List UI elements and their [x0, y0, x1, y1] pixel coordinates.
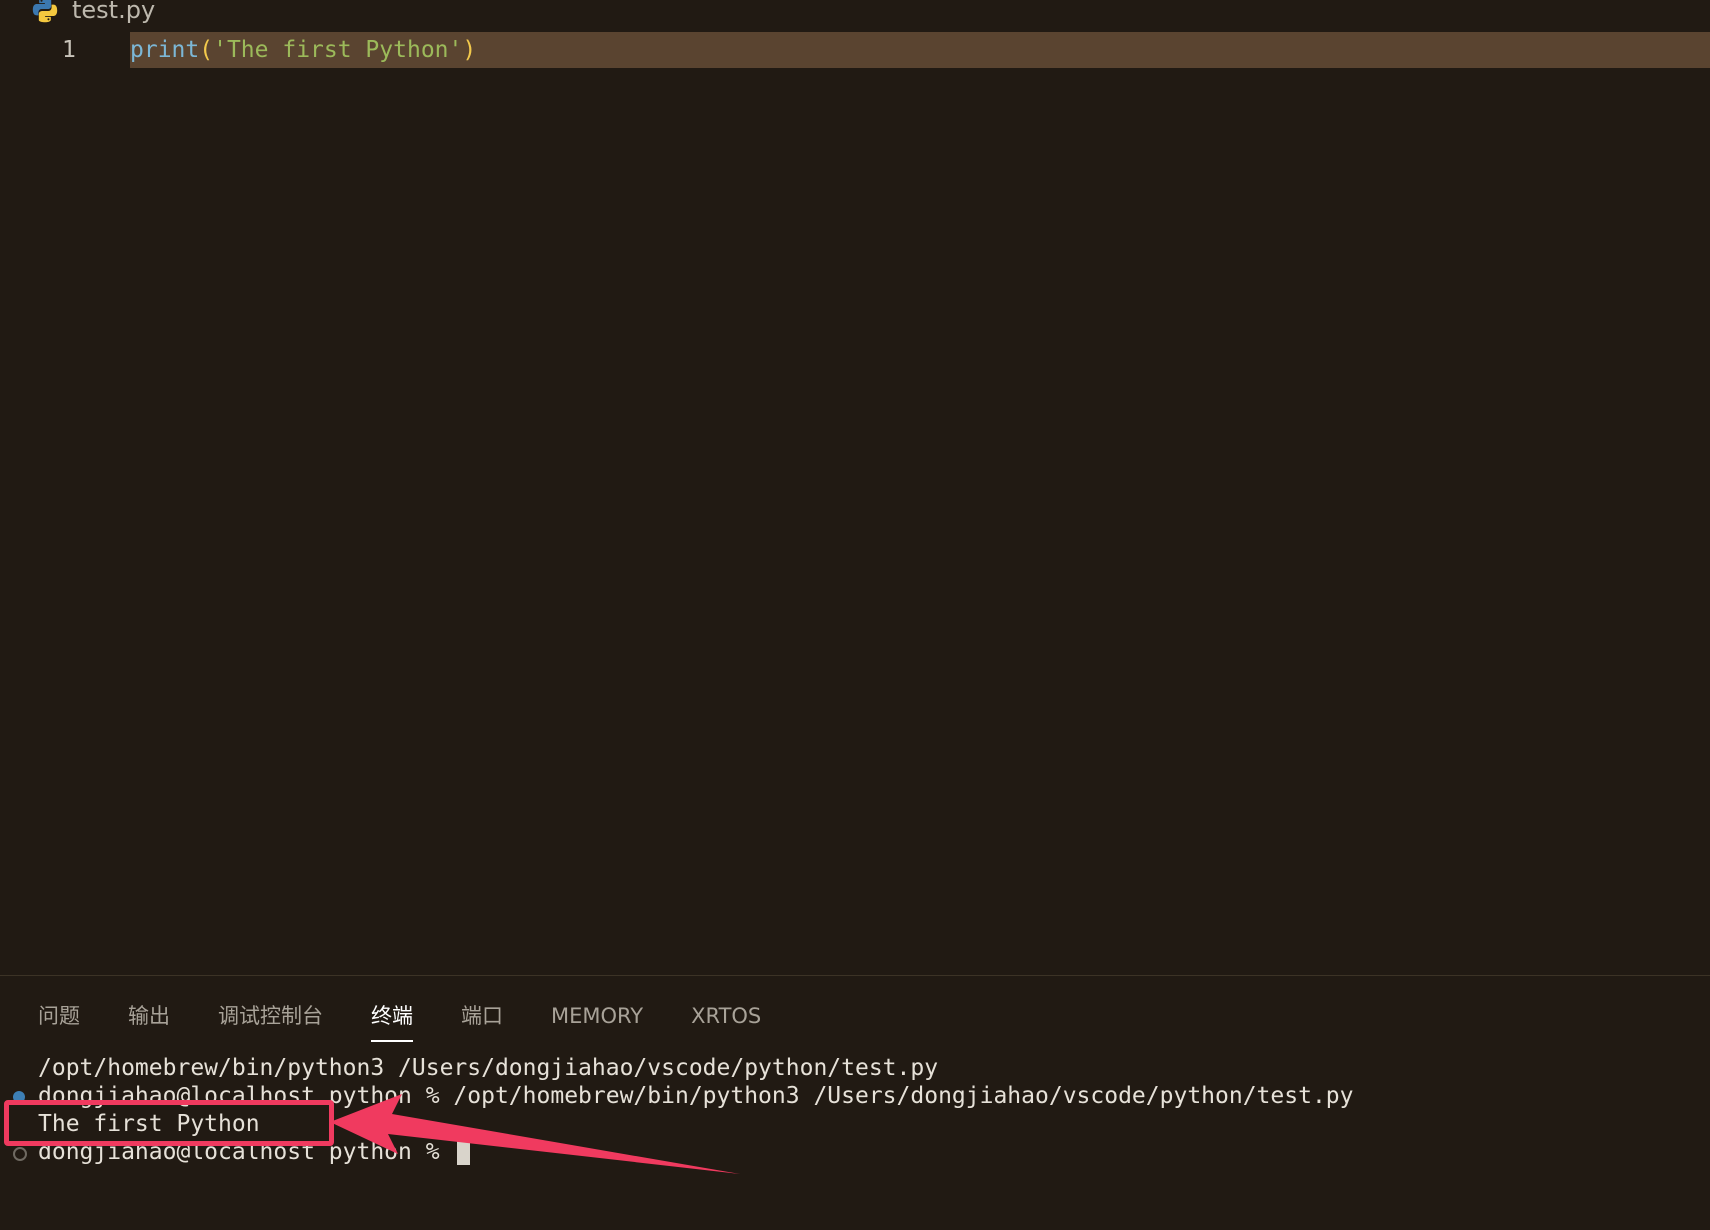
- command-success-dot-icon[interactable]: [13, 1091, 25, 1103]
- tab-debug-console[interactable]: 调试控制台: [218, 994, 323, 1038]
- editor-area[interactable]: test.py 1 print('The first Python'): [0, 0, 1710, 975]
- token-string: 'The first Python': [213, 37, 463, 63]
- file-tab[interactable]: test.py: [30, 0, 155, 28]
- terminal-prompt-line[interactable]: dongjiahao@localhost python %: [38, 1138, 471, 1166]
- token-paren-open: (: [199, 37, 214, 63]
- tab-xrtos[interactable]: XRTOS: [691, 994, 761, 1038]
- command-pending-dot-icon[interactable]: [13, 1147, 27, 1161]
- code-line-1[interactable]: 1 print('The first Python'): [0, 32, 1710, 68]
- code-text[interactable]: print('The first Python'): [130, 32, 476, 68]
- bottom-panel: 问题 输出 调试控制台 终端 端口 MEMORY XRTOS /opt/home…: [0, 975, 1710, 1230]
- terminal-cursor: [457, 1140, 471, 1165]
- tab-terminal[interactable]: 终端: [371, 994, 413, 1042]
- terminal-line: dongjiahao@localhost python % /opt/homeb…: [38, 1083, 1354, 1109]
- panel-tab-bar: 问题 输出 调试控制台 终端 端口 MEMORY XRTOS: [0, 994, 771, 1042]
- token-paren-close: ): [462, 37, 477, 63]
- terminal-line-output: The first Python: [38, 1111, 260, 1137]
- line-number: 1: [62, 37, 76, 63]
- terminal-line: /opt/homebrew/bin/python3 /Users/dongjia…: [38, 1055, 939, 1081]
- tab-ports[interactable]: 端口: [461, 994, 503, 1038]
- token-function: print: [130, 37, 200, 63]
- tab-memory[interactable]: MEMORY: [551, 994, 643, 1038]
- python-icon: [32, 0, 58, 23]
- terminal-output[interactable]: /opt/homebrew/bin/python3 /Users/dongjia…: [0, 1054, 1710, 1224]
- tab-problems[interactable]: 问题: [38, 994, 80, 1038]
- tab-output[interactable]: 输出: [128, 994, 170, 1038]
- file-tab-label: test.py: [72, 0, 156, 24]
- terminal-prompt: dongjiahao@localhost python %: [38, 1139, 454, 1165]
